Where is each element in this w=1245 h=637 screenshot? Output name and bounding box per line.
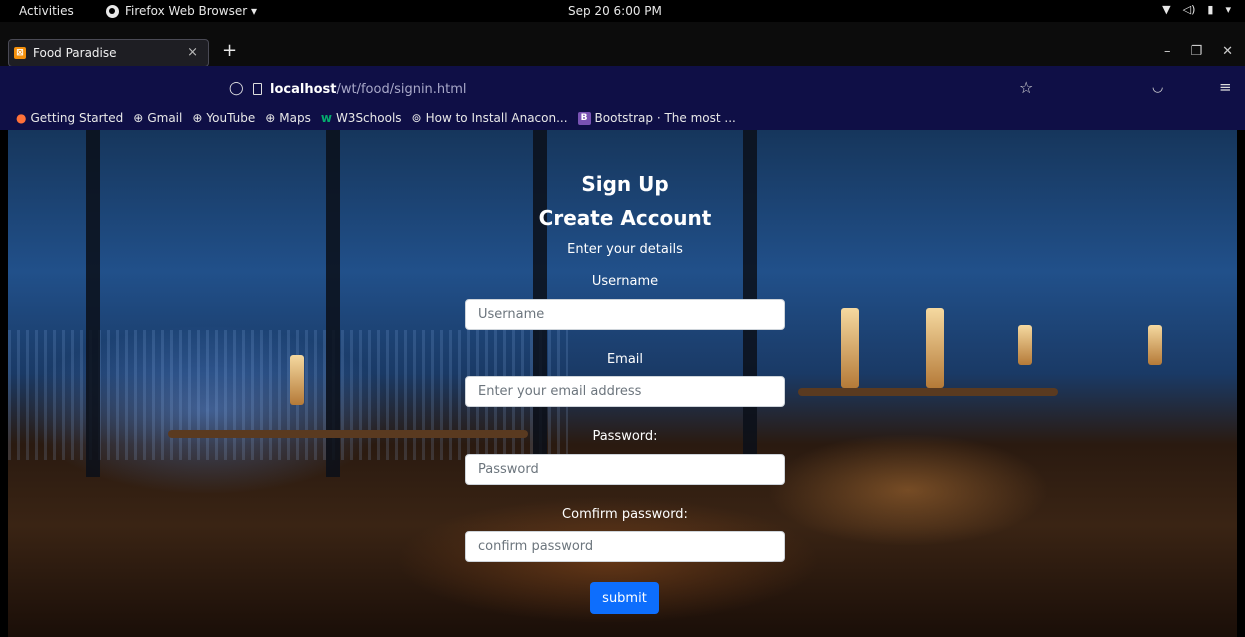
address-bar[interactable]: ◯ localhost/wt/food/signin.html — [229, 79, 1019, 101]
new-tab-button[interactable]: + — [222, 40, 237, 61]
system-tray[interactable]: ▼ ◁) ▮ ▾ — [1162, 3, 1231, 16]
system-clock[interactable]: Sep 20 6:00 PM — [568, 4, 662, 18]
bookmark-label: Getting Started — [30, 111, 124, 125]
pocket-icon[interactable]: ◡ — [1152, 80, 1163, 95]
bookmark-label: W3Schools — [335, 111, 402, 125]
table-lamp — [290, 355, 304, 405]
tracking-shield-icon[interactable]: ◯ — [229, 81, 244, 96]
form-instructions: Enter your details — [567, 242, 683, 257]
w3schools-icon: w — [320, 111, 332, 125]
close-tab-icon[interactable]: × — [187, 45, 198, 60]
email-label: Email — [606, 352, 644, 367]
bookmark-install-anaconda[interactable]: ⊚ How to Install Anacon... — [412, 111, 568, 125]
bookmark-w3schools[interactable]: w W3Schools — [321, 111, 402, 125]
window-controls: – ❐ ✕ — [1164, 44, 1233, 59]
bookmark-gmail[interactable]: ⊕ Gmail — [133, 111, 182, 125]
firefox-icon: ● — [16, 111, 27, 125]
page-info-icon[interactable] — [253, 83, 262, 95]
table-lamp — [1148, 325, 1162, 365]
bookmarks-list: ● Getting Started ⊕ Gmail ⊕ YouTube ⊕ Ma… — [16, 111, 736, 125]
firefox-icon — [106, 4, 119, 18]
bookmark-label: Gmail — [147, 111, 183, 125]
food-paradise-favicon-icon: ⊠ — [14, 47, 26, 59]
app-menu-label: Firefox Web Browser ▾ — [125, 4, 257, 18]
url-text[interactable]: localhost/wt/food/signin.html — [270, 82, 467, 97]
username-input[interactable] — [465, 299, 785, 330]
url-host: localhost — [270, 82, 337, 97]
window-frame — [326, 130, 340, 477]
bookmark-star-icon[interactable]: ☆ — [1019, 78, 1033, 97]
minimize-icon[interactable]: – — [1164, 44, 1171, 59]
tab-title: Food Paradise — [33, 46, 117, 60]
table-lamp — [1018, 325, 1032, 365]
system-menu-chevron-icon: ▾ — [1225, 3, 1231, 16]
battery-icon: ▮ — [1207, 3, 1214, 16]
bookmark-label: YouTube — [206, 111, 256, 125]
app-menu[interactable]: Firefox Web Browser ▾ — [106, 4, 257, 18]
window-frame — [86, 130, 100, 477]
bookmark-label: Maps — [279, 111, 311, 125]
password-input[interactable] — [465, 454, 785, 485]
close-window-icon[interactable]: ✕ — [1222, 44, 1233, 59]
globe-icon: ⊕ — [133, 111, 144, 125]
table-lamp — [926, 308, 944, 388]
volume-icon: ◁) — [1182, 3, 1196, 16]
password-label: Password: — [592, 429, 658, 444]
bookmark-maps[interactable]: ⊕ Maps — [265, 111, 311, 125]
bookmarks-toolbar: ● Getting Started ⊕ Gmail ⊕ YouTube ⊕ Ma… — [0, 108, 1245, 130]
globe-icon: ⊕ — [192, 111, 203, 125]
tab-food-paradise[interactable]: ⊠ Food Paradise × — [8, 39, 209, 67]
wifi-icon: ▼ — [1162, 3, 1171, 16]
bookmark-youtube[interactable]: ⊕ YouTube — [192, 111, 255, 125]
username-label: Username — [591, 274, 659, 289]
bookmark-bootstrap[interactable]: B Bootstrap · The most ... — [577, 111, 736, 125]
bookmark-getting-started[interactable]: ● Getting Started — [16, 111, 123, 125]
site-icon: ⊚ — [411, 111, 422, 125]
hamburger-menu-icon[interactable]: ≡ — [1219, 78, 1232, 96]
email-input[interactable] — [465, 376, 785, 407]
confirm-password-label: Comfirm password: — [562, 507, 688, 522]
confirm-password-input[interactable] — [465, 531, 785, 562]
activities-button[interactable]: Activities — [19, 4, 74, 18]
bootstrap-icon: B — [577, 111, 591, 125]
table — [798, 388, 1058, 396]
globe-icon: ⊕ — [265, 111, 276, 125]
restore-icon[interactable]: ❐ — [1190, 44, 1202, 59]
table-lamp — [841, 308, 859, 388]
submit-button[interactable]: submit — [590, 582, 659, 614]
system-top-bar: Activities Firefox Web Browser ▾ Sep 20 … — [0, 0, 1245, 22]
bookmark-label: Bootstrap · The most ... — [594, 111, 736, 125]
create-account-heading: Create Account — [538, 206, 712, 230]
url-path: /wt/food/signin.html — [336, 82, 467, 97]
bookmark-label: How to Install Anacon... — [425, 111, 568, 125]
signup-heading: Sign Up — [581, 172, 669, 196]
